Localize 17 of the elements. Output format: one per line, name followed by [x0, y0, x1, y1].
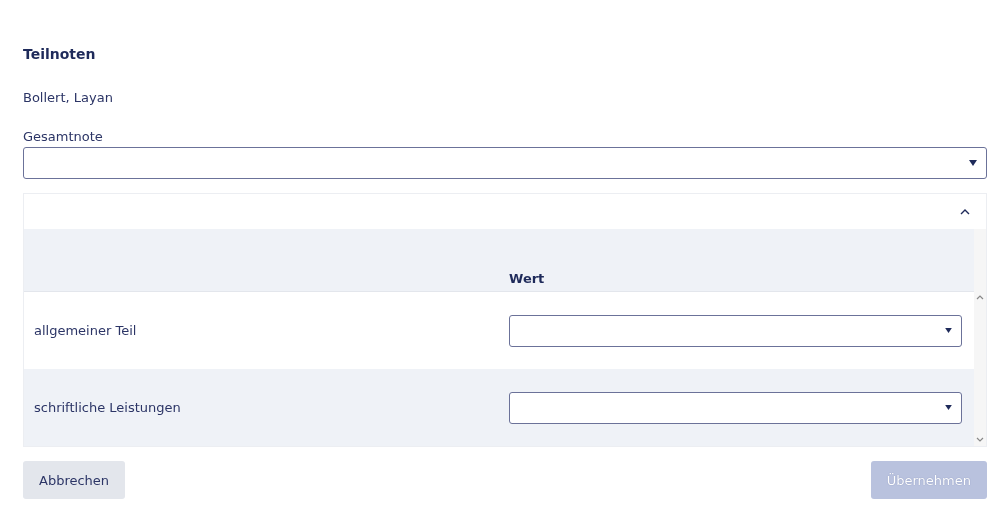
scrollbar[interactable] — [974, 229, 986, 446]
value-select[interactable] — [509, 391, 962, 424]
dialog-title: Teilnoten — [23, 46, 97, 64]
dropdown-icon — [969, 160, 977, 166]
grade-select[interactable] — [23, 147, 987, 179]
chevron-icon — [960, 208, 970, 215]
row-label: schriftliche Leistungen — [34, 400, 181, 415]
dropdown-icon — [945, 328, 952, 333]
dropdown-icon — [945, 405, 952, 410]
value-select[interactable] — [509, 314, 962, 347]
field-label: Gesamtnote — [23, 129, 104, 146]
scroll-down-icon[interactable] — [976, 437, 984, 442]
column-header: Wert — [509, 271, 545, 286]
scroll-up-icon[interactable] — [976, 295, 984, 300]
student-name: Bollert, Layan — [23, 90, 114, 107]
row-label: allgemeiner Teil — [34, 323, 137, 338]
cancel-button[interactable]: Abbrechen — [23, 461, 126, 499]
